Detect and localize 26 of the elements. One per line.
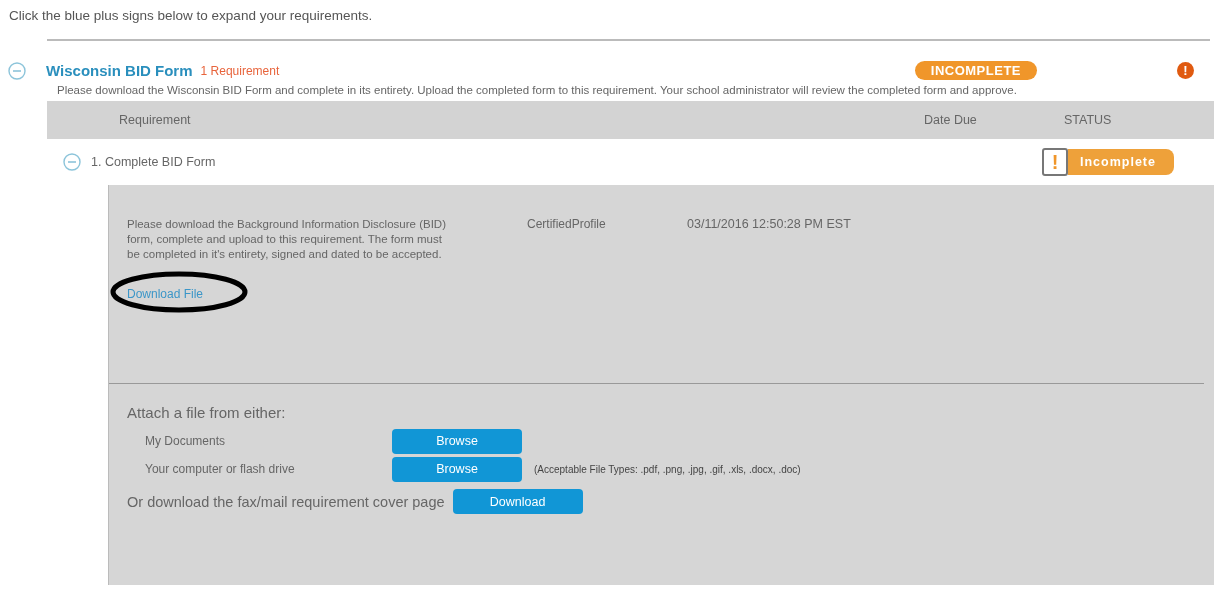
requirement-description: Please download the Background Information Disclosure (BID) form, complete and upload to this requirement. The form must be completed in it's entirety, signed and dated to be accepted. [127, 217, 447, 262]
browse-button[interactable]: Browse [392, 456, 522, 482]
source-label: My Documents [144, 434, 227, 448]
status-label: Incomplete [1068, 149, 1174, 175]
download-button[interactable]: Download [452, 489, 583, 514]
column-header: STATUS [1064, 113, 1113, 127]
column-header: Date Due [924, 113, 978, 127]
requirement-count: 1 Requirement [200, 63, 280, 78]
source-label: Your computer or flash drive [144, 462, 296, 476]
instruction-text: Click the blue plus signs below to expand your requirements. [8, 8, 374, 23]
attach-heading: Attach a file from either: [127, 404, 287, 421]
warning-icon: ! [1042, 148, 1068, 176]
collapse-icon[interactable] [8, 61, 26, 80]
timestamp: 03/11/2016 12:50:28 PM EST [687, 217, 851, 233]
source-text: CertifiedProfile [527, 217, 607, 233]
alert-badge: ! [1177, 62, 1194, 79]
column-header: Requirement [118, 113, 192, 127]
file-types-note: (Acceptable File Types: .pdf, .png, .jpg, .gif, .xls, .docx, .doc) [534, 463, 801, 475]
browse-button[interactable]: Browse [392, 428, 522, 454]
section-description: Please download the Wisconsin BID Form and complete in its entirety. Upload the completed form to this requirement. Your school administrator will review the completed form and approve. [56, 83, 1018, 97]
fax-text: Or download the fax/mail requirement cover page [127, 493, 445, 510]
download-file-link[interactable]: Download File [127, 287, 204, 301]
status-badge: INCOMPLETE [914, 61, 1037, 80]
section-title[interactable]: Wisconsin BID Form [46, 62, 193, 79]
requirement-name[interactable]: 1. Complete BID Form [91, 155, 216, 169]
collapse-icon[interactable] [63, 153, 81, 171]
